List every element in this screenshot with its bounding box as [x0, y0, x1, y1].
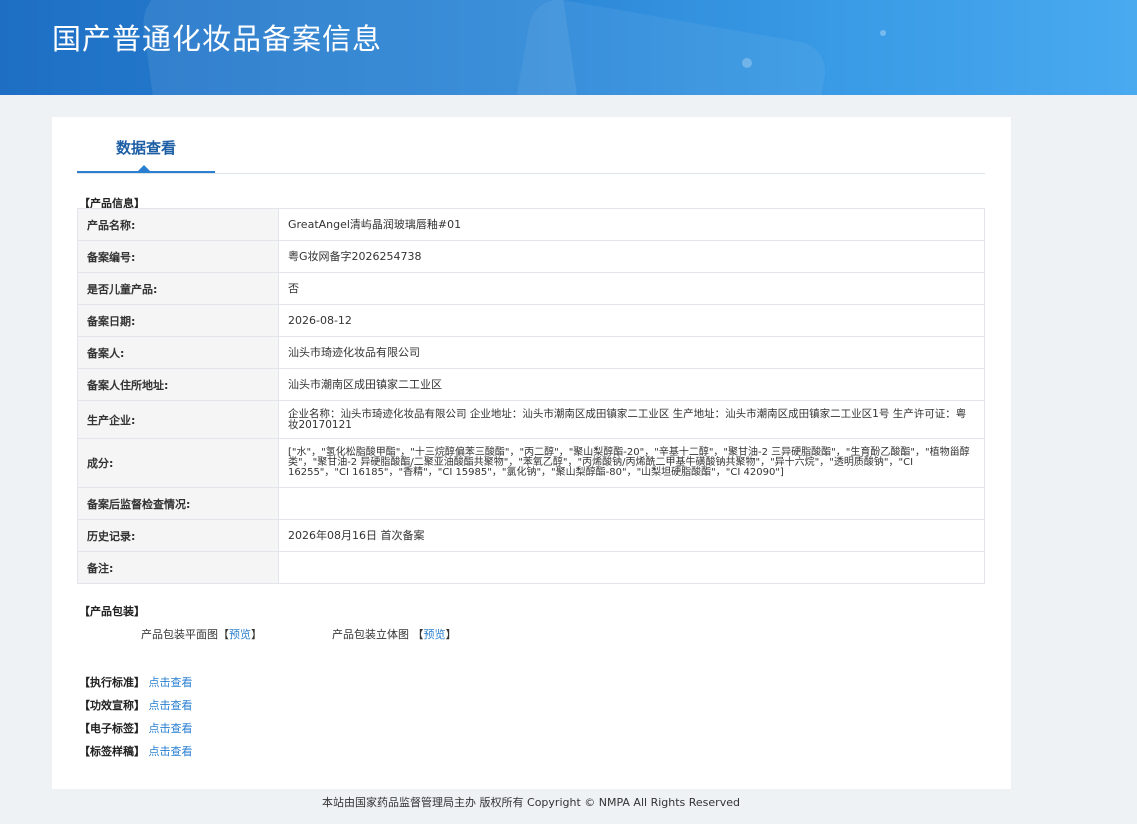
- row-value: ["水"，"氢化松脂酸甲酯"，"十三烷醇偏苯三酸酯"，"丙二醇"，"聚山梨醇酯-…: [278, 438, 985, 488]
- row-key: 备案日期:: [77, 304, 279, 337]
- tab-caret-icon: [138, 165, 150, 171]
- row-key: 备注:: [77, 551, 279, 584]
- row-key: 备案人:: [77, 336, 279, 369]
- row-value: [278, 551, 985, 584]
- e-label-view-link[interactable]: 点击查看: [149, 722, 193, 735]
- standard-view-link[interactable]: 点击查看: [149, 676, 193, 689]
- package-flat-label: 产品包装平面图: [141, 628, 218, 641]
- row-key: 是否儿童产品:: [77, 272, 279, 305]
- package-flat-item: 产品包装平面图【预览】: [141, 628, 262, 641]
- row-key: 生产企业:: [77, 400, 279, 439]
- packaging-label: 【产品包装】: [79, 605, 145, 618]
- e-label-row: 【电子标签】 点击查看: [79, 720, 193, 736]
- package-solid-item: 产品包装立体图 【预览】: [332, 628, 457, 641]
- table-row: 备案后监督检查情况:: [77, 487, 985, 520]
- header-banner: 国产普通化妆品备案信息: [0, 0, 1137, 95]
- row-key: 产品名称:: [77, 208, 279, 241]
- standard-label: 【执行标准】: [79, 676, 145, 689]
- row-value: 粤G妆网备字2026254738: [278, 240, 985, 273]
- efficacy-label: 【功效宣称】: [79, 699, 145, 712]
- row-key: 成分:: [77, 438, 279, 488]
- label-sample-row: 【标签样稿】 点击查看: [79, 743, 193, 759]
- row-value: GreatAngel清屿晶润玻璃唇釉#01: [278, 208, 985, 241]
- row-key: 备案后监督检查情况:: [77, 487, 279, 520]
- table-row: 备案人: 汕头市琦迹化妆品有限公司: [77, 336, 985, 369]
- package-solid-label: 产品包装立体图: [332, 628, 409, 641]
- package-solid-preview-link[interactable]: 预览: [424, 628, 446, 641]
- table-row: 备案编号: 粤G妆网备字2026254738: [77, 240, 985, 273]
- table-row: 备案人住所地址: 汕头市潮南区成田镇家二工业区: [77, 368, 985, 401]
- row-value: 2026年08月16日 首次备案: [278, 519, 985, 552]
- row-value: 企业名称：汕头市琦迹化妆品有限公司 企业地址：汕头市潮南区成田镇家二工业区 生产…: [278, 400, 985, 439]
- efficacy-view-link[interactable]: 点击查看: [149, 699, 193, 712]
- row-key: 备案编号:: [77, 240, 279, 273]
- row-value: 2026-08-12: [278, 304, 985, 337]
- label-sample-label: 【标签样稿】: [79, 745, 145, 758]
- label-sample-view-link[interactable]: 点击查看: [149, 745, 193, 758]
- row-key: 备案人住所地址:: [77, 368, 279, 401]
- footer-copyright: 本站由国家药品监督管理局主办 版权所有 Copyright © NMPA All…: [322, 796, 740, 809]
- table-row: 历史记录: 2026年08月16日 首次备案: [77, 519, 985, 552]
- product-info-table: 产品名称: GreatAngel清屿晶润玻璃唇釉#01 备案编号: 粤G妆网备字…: [77, 208, 985, 584]
- content-card: 数据查看 【产品信息】 产品名称: GreatAngel清屿晶润玻璃唇釉#01 …: [52, 117, 1011, 789]
- row-value: [278, 487, 985, 520]
- table-row: 生产企业: 企业名称：汕头市琦迹化妆品有限公司 企业地址：汕头市潮南区成田镇家二…: [77, 400, 985, 439]
- efficacy-row: 【功效宣称】 点击查看: [79, 697, 193, 713]
- tab-bar: 数据查看: [77, 117, 985, 174]
- table-row: 产品名称: GreatAngel清屿晶润玻璃唇釉#01: [77, 208, 985, 241]
- page-title: 国产普通化妆品备案信息: [52, 22, 383, 56]
- row-key: 历史记录:: [77, 519, 279, 552]
- tab-label: 数据查看: [115, 139, 176, 157]
- tab-data-view[interactable]: 数据查看: [77, 117, 215, 173]
- row-value: 汕头市潮南区成田镇家二工业区: [278, 368, 985, 401]
- package-flat-preview-link[interactable]: 预览: [229, 628, 251, 641]
- table-row: 成分: ["水"，"氢化松脂酸甲酯"，"十三烷醇偏苯三酸酯"，"丙二醇"，"聚山…: [77, 438, 985, 488]
- row-value: 否: [278, 272, 985, 305]
- e-label-label: 【电子标签】: [79, 722, 145, 735]
- table-row: 是否儿童产品: 否: [77, 272, 985, 305]
- standard-row: 【执行标准】 点击查看: [79, 674, 193, 690]
- table-row: 备案日期: 2026-08-12: [77, 304, 985, 337]
- table-row: 备注:: [77, 551, 985, 584]
- row-value: 汕头市琦迹化妆品有限公司: [278, 336, 985, 369]
